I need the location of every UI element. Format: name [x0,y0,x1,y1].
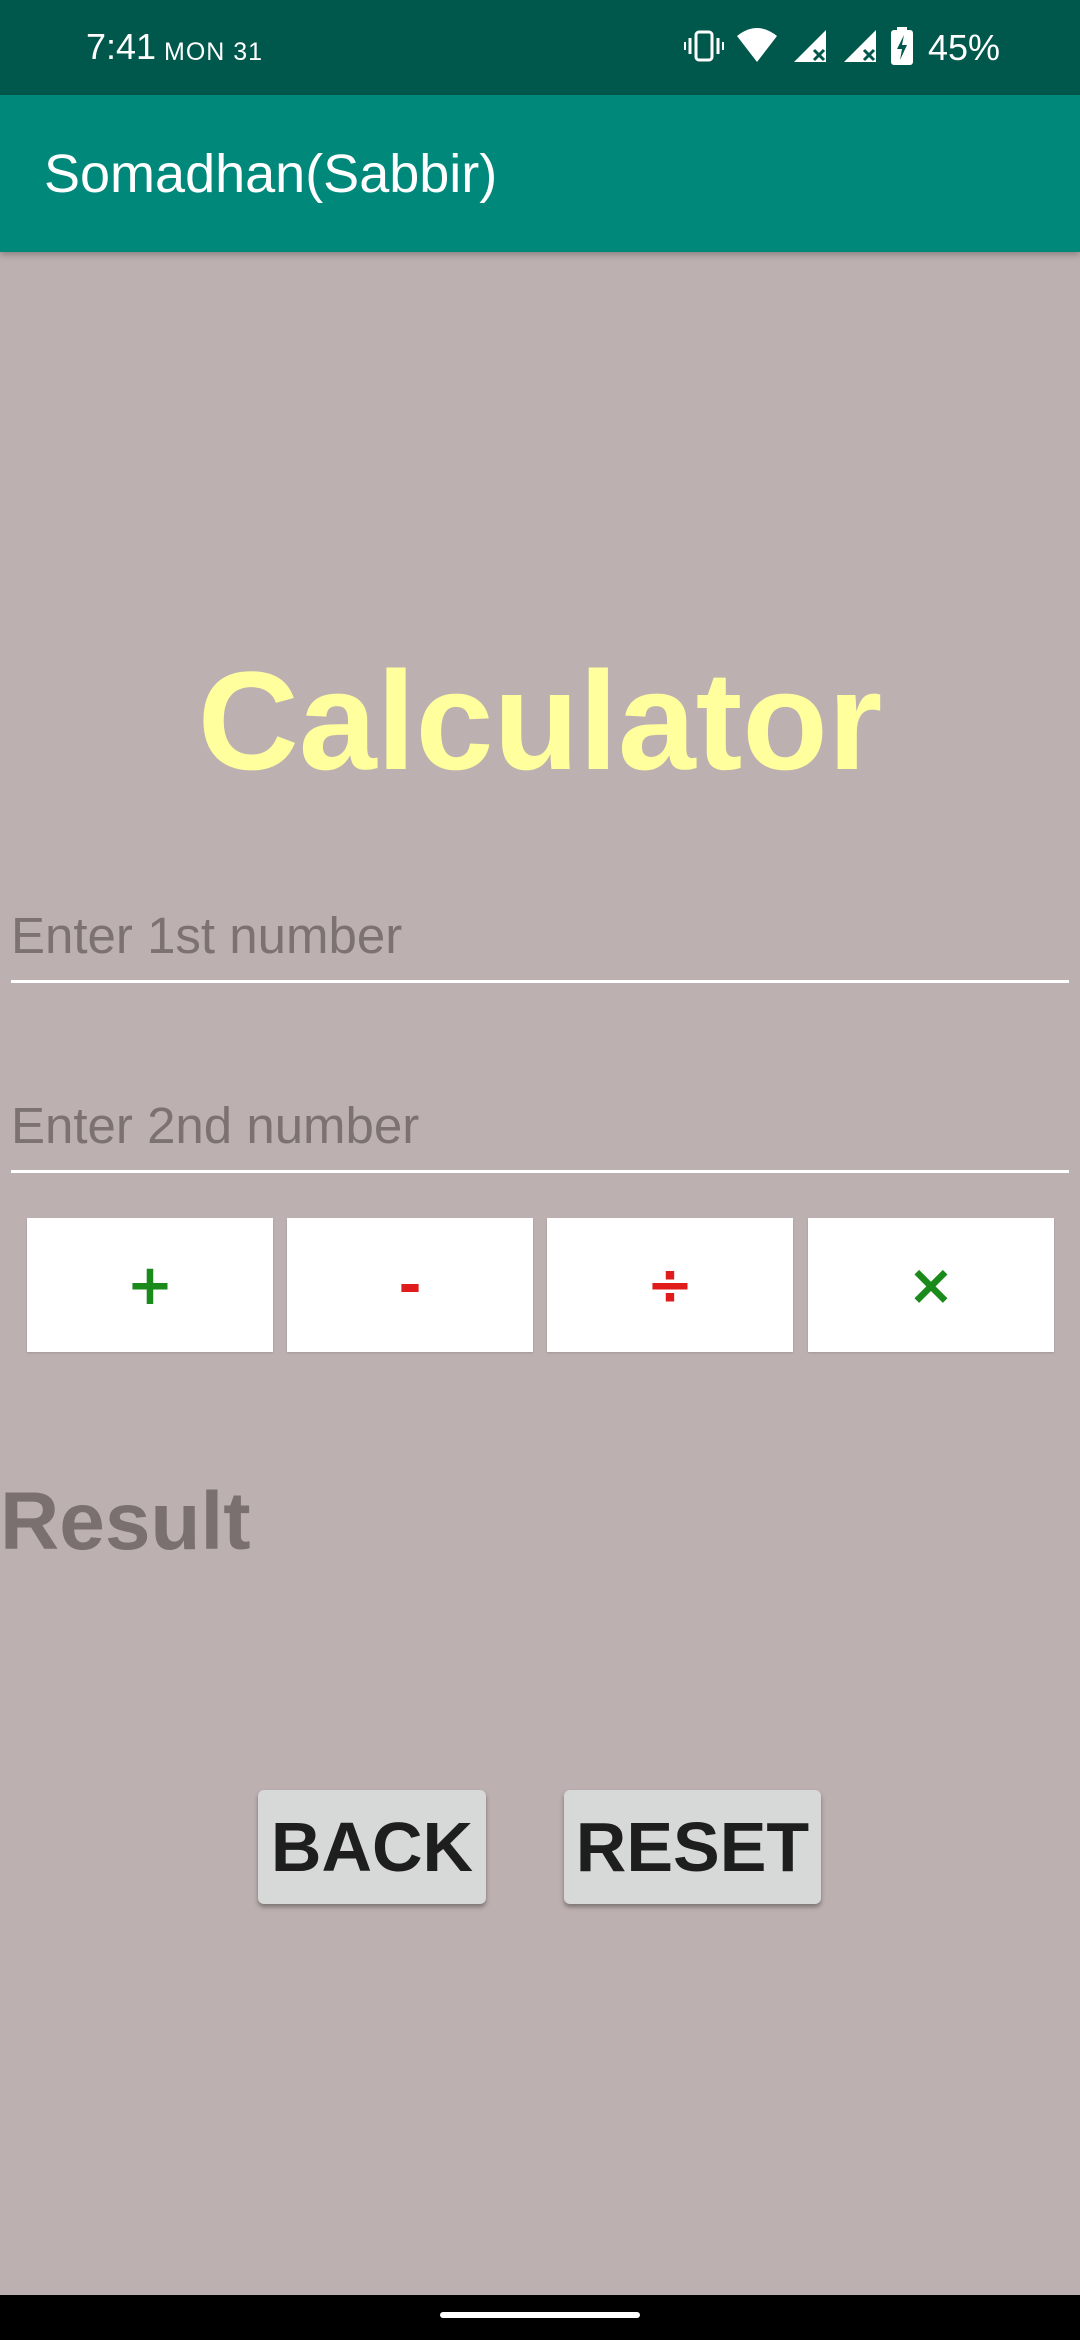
signal-icon [828,26,878,71]
divide-button[interactable]: ÷ [547,1218,793,1352]
app-bar: Somadhan(Sabbir) [0,95,1080,252]
add-button[interactable]: + [27,1218,273,1352]
back-button[interactable]: BACK [258,1790,486,1904]
signal-icon [778,26,828,71]
navigation-bar [0,2295,1080,2340]
result-label: Result [0,1476,251,1567]
status-date: MON 31 [164,38,264,66]
app-title: Somadhan(Sabbir) [44,144,498,204]
vibrate-icon [672,26,724,71]
second-number-input[interactable] [11,1080,1069,1170]
status-bar: 7:41 MON 31 45% [0,0,1080,95]
reset-button[interactable]: RESET [564,1790,821,1904]
second-number-field[interactable] [11,1080,1069,1173]
wifi-icon [724,26,778,71]
status-icons: 45% [672,20,1000,76]
calculator-title: Calculator [197,642,883,799]
operator-row: + - ÷ × [27,1218,1054,1352]
first-number-field[interactable] [11,890,1069,983]
status-time: 7:41 [86,26,157,67]
first-number-input[interactable] [11,890,1069,980]
multiply-button[interactable]: × [808,1218,1054,1352]
battery-percentage: 45% [927,27,1000,68]
home-gesture-handle[interactable] [440,2312,640,2318]
battery-charging-icon [878,26,914,71]
subtract-button[interactable]: - [287,1218,533,1352]
